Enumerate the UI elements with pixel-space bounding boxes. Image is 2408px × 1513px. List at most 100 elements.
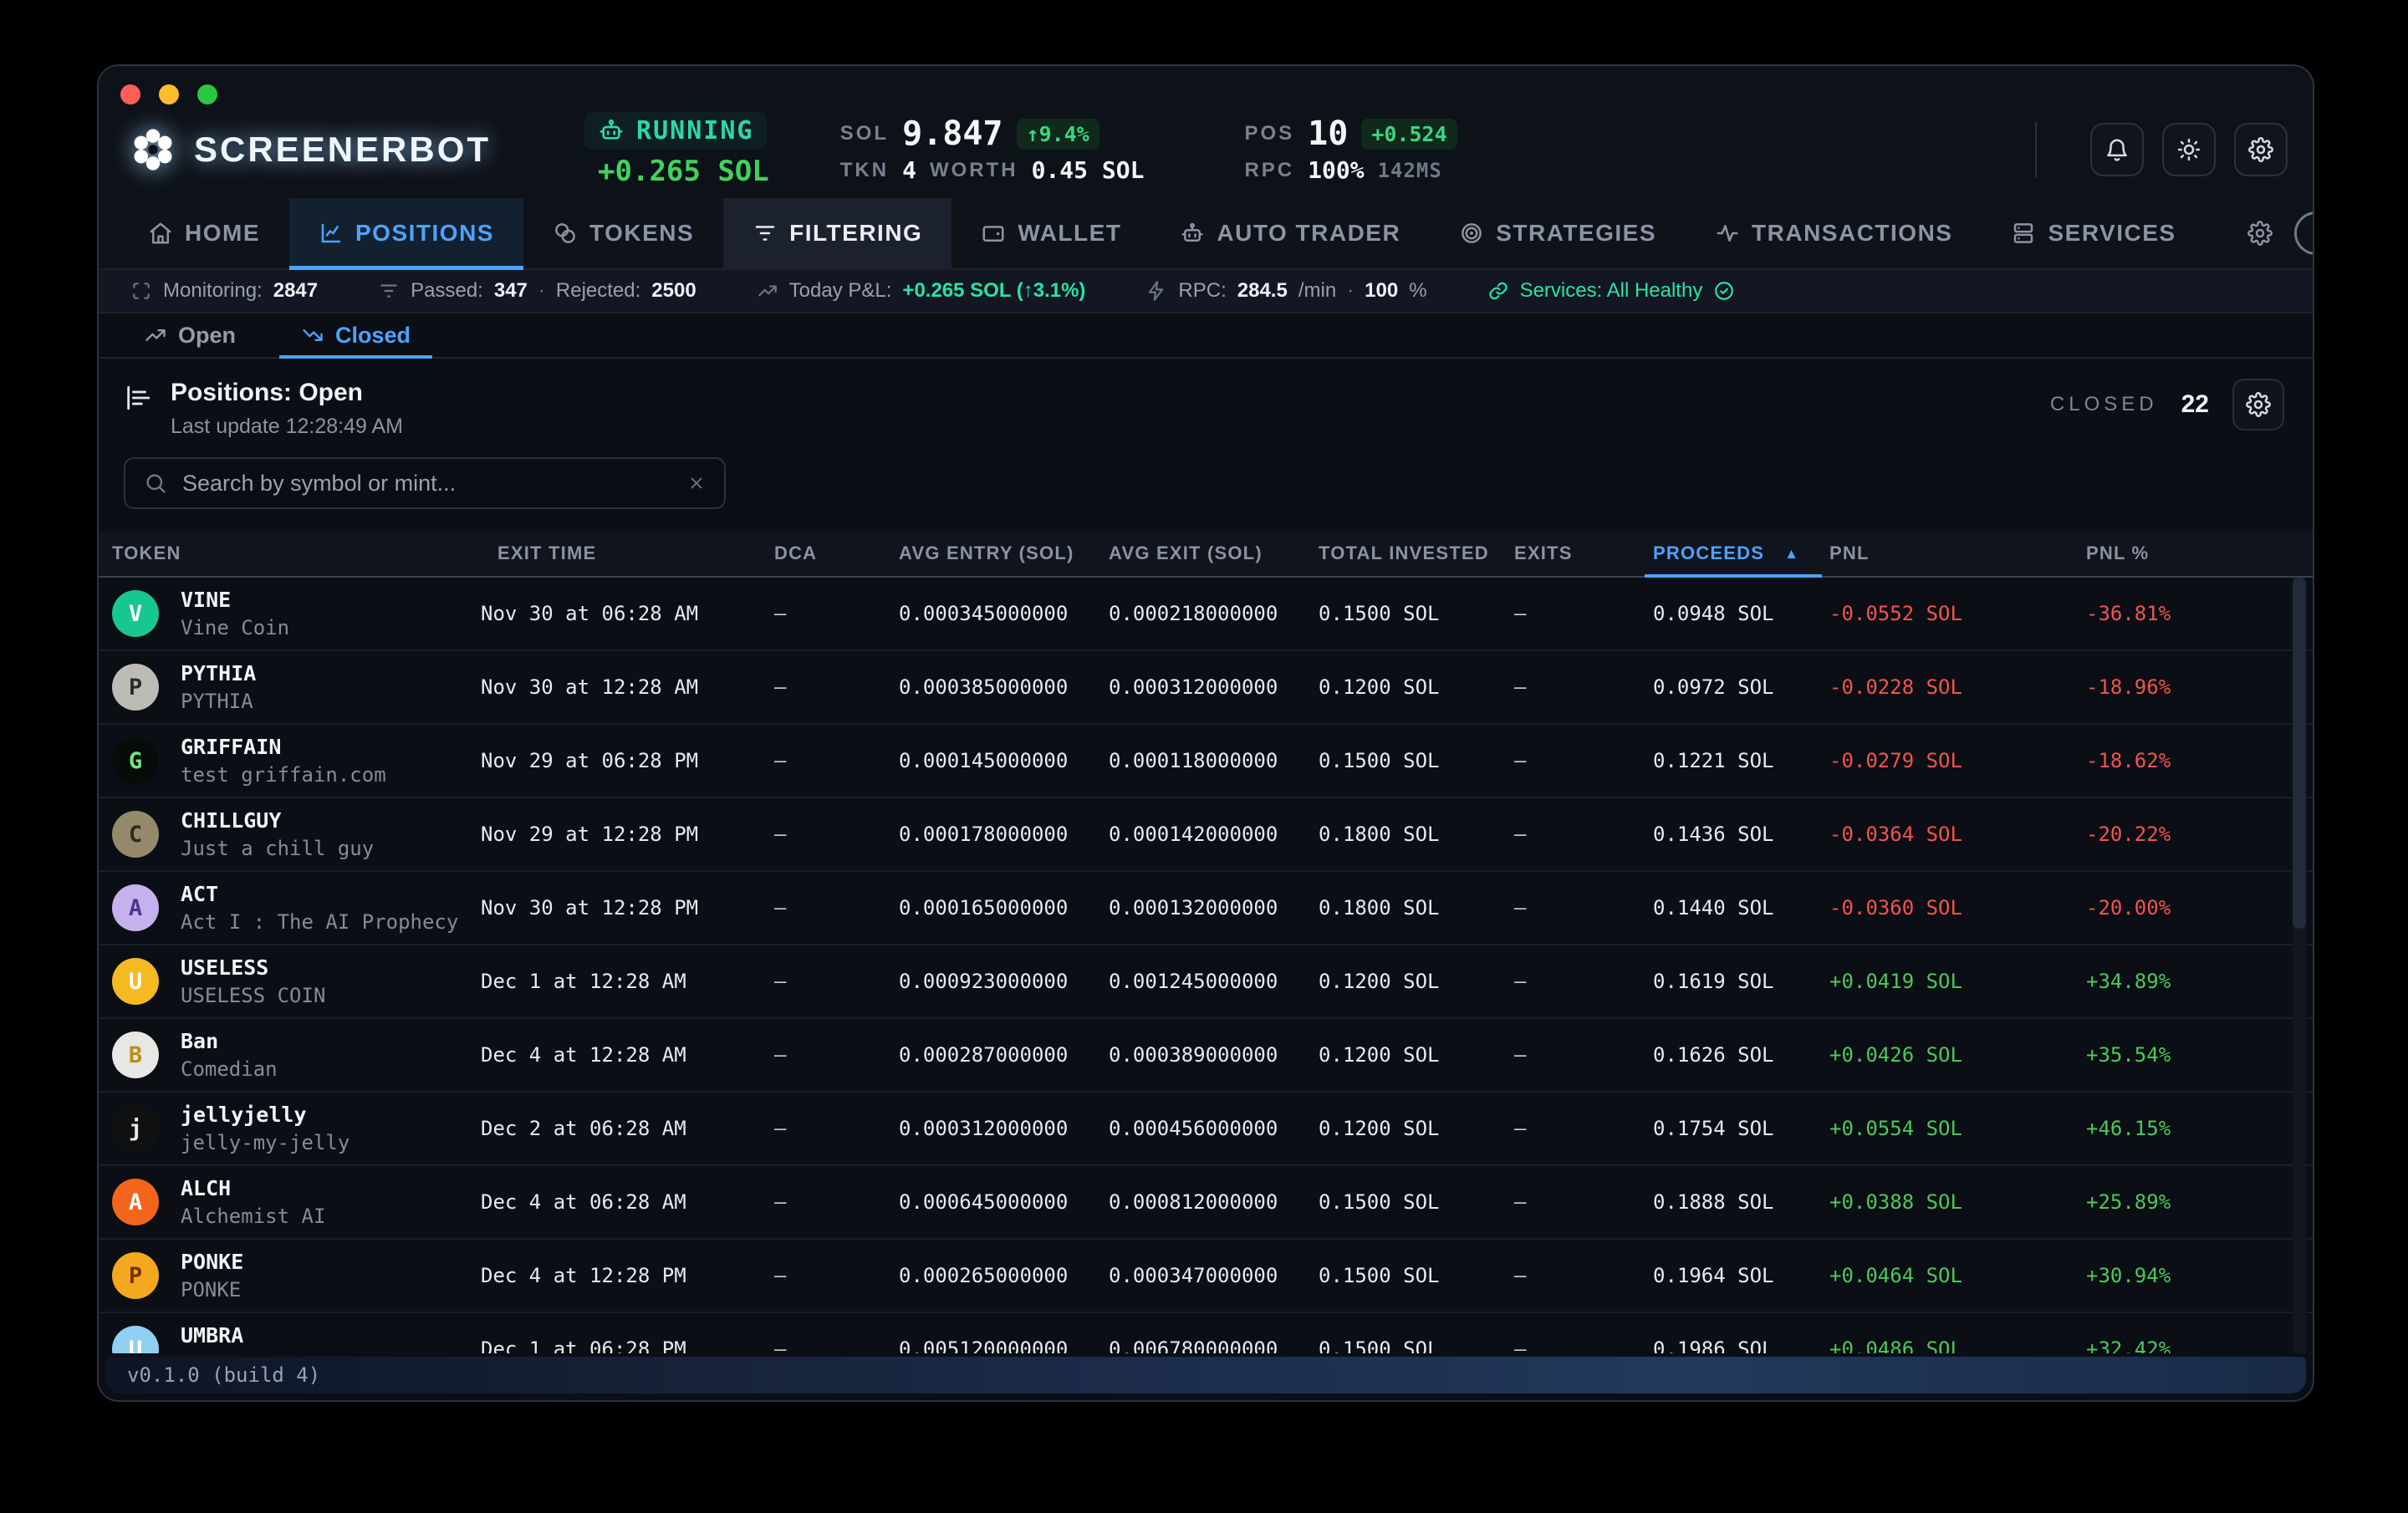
bell-icon — [2104, 137, 2130, 162]
proceeds-value: 0.0972 SOL — [1653, 675, 1829, 699]
table-row[interactable]: AACTAct I : The AI Prophecy Nov 30 at 12… — [99, 872, 2313, 945]
app-window: SCREENERBOT RUNNING +0.265 SOL SOL 9.847… — [97, 64, 2314, 1402]
token-symbol: CHILLGUY — [181, 808, 374, 833]
tab-open[interactable]: Open — [122, 313, 258, 357]
token-avatar: U — [112, 958, 159, 1005]
exit-time: Nov 30 at 12:28 PM — [481, 896, 774, 920]
nav-settings-icon[interactable] — [2247, 221, 2273, 246]
zap-icon — [1145, 280, 1167, 302]
rpc-health: 100% — [1308, 159, 1364, 182]
proceeds-value: 0.1221 SOL — [1653, 749, 1829, 772]
scrollbar-thumb[interactable] — [2293, 578, 2306, 929]
exits-value: – — [1514, 1337, 1653, 1353]
column-header-exits[interactable]: EXITS — [1514, 543, 1653, 564]
total-invested-value: 0.1200 SOL — [1319, 970, 1514, 993]
pnl-value: +0.0554 SOL — [1829, 1117, 2086, 1140]
table-row[interactable]: UUSELESSUSELESS COIN Dec 1 at 12:28 AM –… — [99, 945, 2313, 1019]
table-row[interactable]: PPONKEPONKE Dec 4 at 12:28 PM – 0.000265… — [99, 1240, 2313, 1313]
table-row[interactable]: GGRIFFAINtest griffain.com Nov 29 at 06:… — [99, 725, 2313, 798]
status-services-health[interactable]: Services: All Healthy — [1487, 279, 1736, 303]
column-header-dca[interactable]: DCA — [774, 543, 899, 564]
nav-item-wallet[interactable]: WALLET — [951, 198, 1150, 268]
exit-time: Nov 30 at 12:28 AM — [481, 675, 774, 699]
column-header-avg-entry[interactable]: AVG ENTRY (SOL) — [899, 543, 1109, 564]
nav-item-auto-trader[interactable]: AUTO TRADER — [1150, 198, 1430, 268]
exits-value: – — [1514, 749, 1653, 772]
settings-button[interactable] — [2234, 123, 2288, 176]
table-settings-button[interactable] — [2232, 379, 2284, 430]
minimize-window-button[interactable] — [159, 84, 179, 104]
chart-icon — [319, 221, 344, 246]
exits-value: – — [1514, 1264, 1653, 1287]
nav-item-positions[interactable]: POSITIONS — [289, 198, 523, 268]
total-invested-value: 0.1800 SOL — [1319, 896, 1514, 920]
pnl-pct-value: +32.42% — [2086, 1337, 2313, 1353]
pnl-pct-value: +34.89% — [2086, 970, 2313, 993]
avg-entry-value: 0.000312000000 — [899, 1117, 1109, 1140]
theme-toggle-button[interactable] — [2162, 123, 2216, 176]
sun-icon — [2176, 137, 2201, 162]
nav-item-filtering[interactable]: FILTERING — [723, 198, 951, 268]
tab-closed[interactable]: Closed — [279, 313, 432, 357]
exit-time: Dec 4 at 12:28 AM — [481, 1043, 774, 1067]
column-header-proceeds[interactable]: PROCEEDS ▲ — [1653, 531, 1829, 576]
search-input[interactable] — [181, 470, 674, 497]
table-row[interactable]: UUMBRAUmbra Dec 1 at 06:28 PM – 0.005120… — [99, 1313, 2313, 1353]
page-title: Positions: Open — [171, 379, 403, 407]
exits-value: – — [1514, 602, 1653, 625]
column-header-exit-time[interactable]: EXIT TIME — [481, 543, 774, 564]
nav-item-tokens[interactable]: TOKENS — [523, 198, 723, 268]
column-header-pnl-pct[interactable]: PNL % — [2086, 543, 2313, 564]
nav-item-strategies[interactable]: STRATEGIES — [1430, 198, 1686, 268]
token-name: Umbra — [181, 1352, 243, 1353]
exit-time: Dec 1 at 12:28 AM — [481, 970, 774, 993]
avg-exit-value: 0.001245000000 — [1109, 970, 1319, 993]
token-symbol: USELESS — [181, 955, 325, 980]
exit-time: Dec 2 at 06:28 AM — [481, 1117, 774, 1140]
coins-icon — [553, 221, 578, 246]
avg-entry-value: 0.000345000000 — [899, 602, 1109, 625]
table-row[interactable]: CCHILLGUYJust a chill guy Nov 29 at 12:2… — [99, 798, 2313, 872]
token-avatar: G — [112, 737, 159, 784]
nav-item-transactions[interactable]: TRANSACTIONS — [1686, 198, 1982, 268]
token-avatar: A — [112, 1179, 159, 1225]
dca-value: – — [774, 1264, 899, 1287]
proceeds-value: 0.1619 SOL — [1653, 970, 1829, 993]
column-header-total-invested[interactable]: TOTAL INVESTED — [1319, 543, 1514, 564]
table-row[interactable]: VVINEVine Coin Nov 30 at 06:28 AM – 0.00… — [99, 578, 2313, 651]
token-name: PONKE — [181, 1278, 243, 1302]
dca-value: – — [774, 1117, 899, 1140]
exits-value: – — [1514, 675, 1653, 699]
nav-item-services[interactable]: SERVICES — [1982, 198, 2205, 268]
table-row[interactable]: PPYTHIAPYTHIA Nov 30 at 12:28 AM – 0.000… — [99, 651, 2313, 725]
robot-icon — [598, 117, 625, 144]
zoom-window-button[interactable] — [197, 84, 217, 104]
avg-exit-value: 0.000312000000 — [1109, 675, 1319, 699]
notifications-button[interactable] — [2090, 123, 2144, 176]
dca-value: – — [774, 1190, 899, 1214]
token-avatar: C — [112, 811, 159, 858]
column-header-pnl[interactable]: PNL — [1829, 543, 2086, 564]
column-header-token[interactable]: TOKEN — [112, 543, 481, 564]
total-invested-value: 0.1200 SOL — [1319, 1043, 1514, 1067]
close-window-button[interactable] — [120, 84, 140, 104]
token-avatar: B — [112, 1032, 159, 1078]
dca-value: – — [774, 896, 899, 920]
bar-chart-icon — [124, 384, 152, 439]
positions-content: Positions: Open Last update 12:28:49 AM … — [99, 359, 2313, 1400]
activity-icon — [1715, 221, 1740, 246]
token-symbol: Ban — [181, 1029, 278, 1053]
table-row[interactable]: AALCHAlchemist AI Dec 4 at 06:28 AM – 0.… — [99, 1166, 2313, 1240]
proceeds-value: 0.1986 SOL — [1653, 1337, 1829, 1353]
gear-icon — [2246, 392, 2271, 417]
app-logo-icon — [129, 125, 177, 174]
table-row[interactable]: BBanComedian Dec 4 at 12:28 AM – 0.00028… — [99, 1019, 2313, 1093]
clear-search-icon[interactable] — [687, 474, 706, 492]
bot-status-block: RUNNING +0.265 SOL — [584, 112, 769, 188]
column-header-avg-exit[interactable]: AVG EXIT (SOL) — [1109, 543, 1319, 564]
table-row[interactable]: jjellyjellyjelly-my-jelly Dec 2 at 06:28… — [99, 1093, 2313, 1166]
proceeds-value: 0.1888 SOL — [1653, 1190, 1829, 1214]
token-symbol: jellyjelly — [181, 1103, 349, 1127]
nav-item-home[interactable]: HOME — [119, 198, 289, 268]
pos-change-badge: +0.524 — [1361, 119, 1457, 150]
